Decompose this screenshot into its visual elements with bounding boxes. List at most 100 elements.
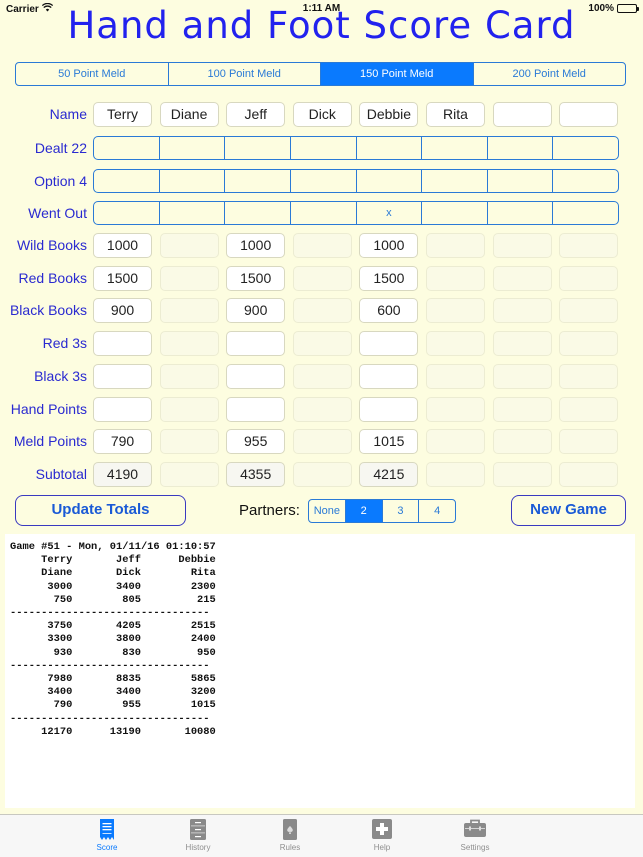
option-4-toggle[interactable] xyxy=(94,170,160,192)
tab-history[interactable]: History xyxy=(168,819,228,852)
wild-books-field xyxy=(159,233,219,258)
player-name-field[interactable] xyxy=(559,102,619,127)
went-out-toggle[interactable]: x xyxy=(357,202,423,224)
partners-label: Partners: xyxy=(239,502,300,519)
wild-books-field[interactable]: 1000 xyxy=(93,233,152,258)
dealt-22-toggle[interactable] xyxy=(160,137,226,159)
red-3s-field[interactable] xyxy=(226,331,286,356)
option-4-toggle[interactable] xyxy=(553,170,618,192)
option-4-toggle[interactable] xyxy=(225,170,291,192)
meld-option-200[interactable]: 200 Point Meld xyxy=(474,63,626,85)
tab-score[interactable]: Score xyxy=(77,819,137,852)
red-3s-label: Red 3s xyxy=(42,335,87,351)
hand-points-field[interactable] xyxy=(93,397,152,422)
went-out-toggle[interactable] xyxy=(488,202,554,224)
black-3s-field[interactable] xyxy=(93,364,152,389)
dealt-22-toggle[interactable] xyxy=(291,137,357,159)
went-out-label: Went Out xyxy=(28,205,87,221)
hand-points-field xyxy=(559,397,619,422)
meld-points-field[interactable]: 1015 xyxy=(359,429,419,454)
spade-card-icon xyxy=(260,819,320,840)
black-books-field xyxy=(426,298,485,323)
subtotal-field: 4355 xyxy=(226,462,286,487)
dealt-22-toggle[interactable] xyxy=(94,137,160,159)
dealt-22-toggle[interactable] xyxy=(357,137,423,159)
meld-points-field[interactable]: 790 xyxy=(93,429,152,454)
black-3s-field xyxy=(292,364,352,389)
red-books-field[interactable]: 1500 xyxy=(226,266,286,291)
player-name-field[interactable]: Dick xyxy=(292,102,352,127)
player-name-field[interactable]: Jeff xyxy=(226,102,286,127)
wild-books-field[interactable]: 1000 xyxy=(359,233,419,258)
option-4-label: Option 4 xyxy=(34,173,87,189)
black-books-field[interactable]: 900 xyxy=(226,298,286,323)
black-books-field[interactable]: 900 xyxy=(93,298,152,323)
meld-option-50[interactable]: 50 Point Meld xyxy=(16,63,169,85)
meld-points-field xyxy=(159,429,219,454)
black-3s-label: Black 3s xyxy=(34,368,87,384)
black-3s-field[interactable] xyxy=(359,364,419,389)
red-3s-field[interactable] xyxy=(93,331,152,356)
tab-help[interactable]: Help xyxy=(352,819,412,852)
dealt-22-toggle[interactable] xyxy=(488,137,554,159)
went-out-toggle[interactable] xyxy=(225,202,291,224)
subtotal-field xyxy=(292,462,352,487)
meld-option-100[interactable]: 100 Point Meld xyxy=(169,63,321,85)
app-title: Hand and Foot Score Card xyxy=(67,4,576,47)
black-3s-field[interactable] xyxy=(226,364,286,389)
new-game-button[interactable]: New Game xyxy=(511,495,626,526)
dealt-22-toggle[interactable] xyxy=(553,137,618,159)
meld-option-150[interactable]: 150 Point Meld xyxy=(321,63,474,85)
option-4-toggle[interactable] xyxy=(488,170,554,192)
black-books-field xyxy=(159,298,219,323)
tab-label: Help xyxy=(373,843,391,852)
hand-points-field[interactable] xyxy=(226,397,286,422)
tab-rules[interactable]: Rules xyxy=(260,819,320,852)
went-out-toggle-row: x xyxy=(93,201,619,225)
went-out-toggle[interactable] xyxy=(291,202,357,224)
player-name-field[interactable]: Diane xyxy=(159,102,219,127)
went-out-toggle[interactable] xyxy=(422,202,488,224)
hand-points-field[interactable] xyxy=(359,397,419,422)
black-3s-field xyxy=(492,364,552,389)
partners-option-2[interactable]: 2 xyxy=(345,500,383,522)
update-totals-button[interactable]: Update Totals xyxy=(15,495,186,526)
hand-points-label: Hand Points xyxy=(10,401,87,417)
dealt-22-toggle[interactable] xyxy=(225,137,291,159)
red-books-field[interactable]: 1500 xyxy=(93,266,152,291)
red-3s-field[interactable] xyxy=(359,331,419,356)
tab-label: Score xyxy=(96,843,118,852)
game-history-log[interactable]: Game #51 - Mon, 01/11/16 01:10:57 Terry … xyxy=(5,534,635,808)
hand-points-field xyxy=(159,397,219,422)
red-books-field[interactable]: 1500 xyxy=(359,266,419,291)
option-4-toggle[interactable] xyxy=(291,170,357,192)
partners-option-4[interactable]: 4 xyxy=(419,500,455,522)
partners-option-3[interactable]: 3 xyxy=(383,500,420,522)
red-3s-field xyxy=(159,331,219,356)
player-name-field[interactable] xyxy=(492,102,552,127)
player-name-field[interactable]: Terry xyxy=(93,102,152,127)
tab-label: Settings xyxy=(460,843,490,852)
history-text: Game #51 - Mon, 01/11/16 01:10:57 Terry … xyxy=(10,541,216,738)
black-books-field[interactable]: 600 xyxy=(359,298,419,323)
option-4-toggle[interactable] xyxy=(160,170,226,192)
tab-bar: Score History Rules Help Settings xyxy=(0,814,643,857)
option-4-toggle[interactable] xyxy=(422,170,488,192)
tab-settings[interactable]: Settings xyxy=(445,819,505,852)
black-3s-field xyxy=(426,364,485,389)
wild-books-field[interactable]: 1000 xyxy=(226,233,286,258)
meld-points-field xyxy=(492,429,552,454)
went-out-toggle[interactable] xyxy=(553,202,618,224)
subtotal-field xyxy=(559,462,619,487)
player-name-field[interactable]: Rita xyxy=(426,102,485,127)
meld-points-field[interactable]: 955 xyxy=(226,429,286,454)
went-out-toggle[interactable] xyxy=(160,202,226,224)
went-out-toggle[interactable] xyxy=(94,202,160,224)
red-books-field xyxy=(292,266,352,291)
player-name-field[interactable]: Debbie xyxy=(359,102,419,127)
meld-selector: 50 Point Meld 100 Point Meld 150 Point Mel… xyxy=(15,62,626,86)
dealt-22-toggle[interactable] xyxy=(422,137,488,159)
red-books-field xyxy=(559,266,619,291)
option-4-toggle[interactable] xyxy=(357,170,423,192)
partners-option-none[interactable]: None xyxy=(309,500,346,522)
